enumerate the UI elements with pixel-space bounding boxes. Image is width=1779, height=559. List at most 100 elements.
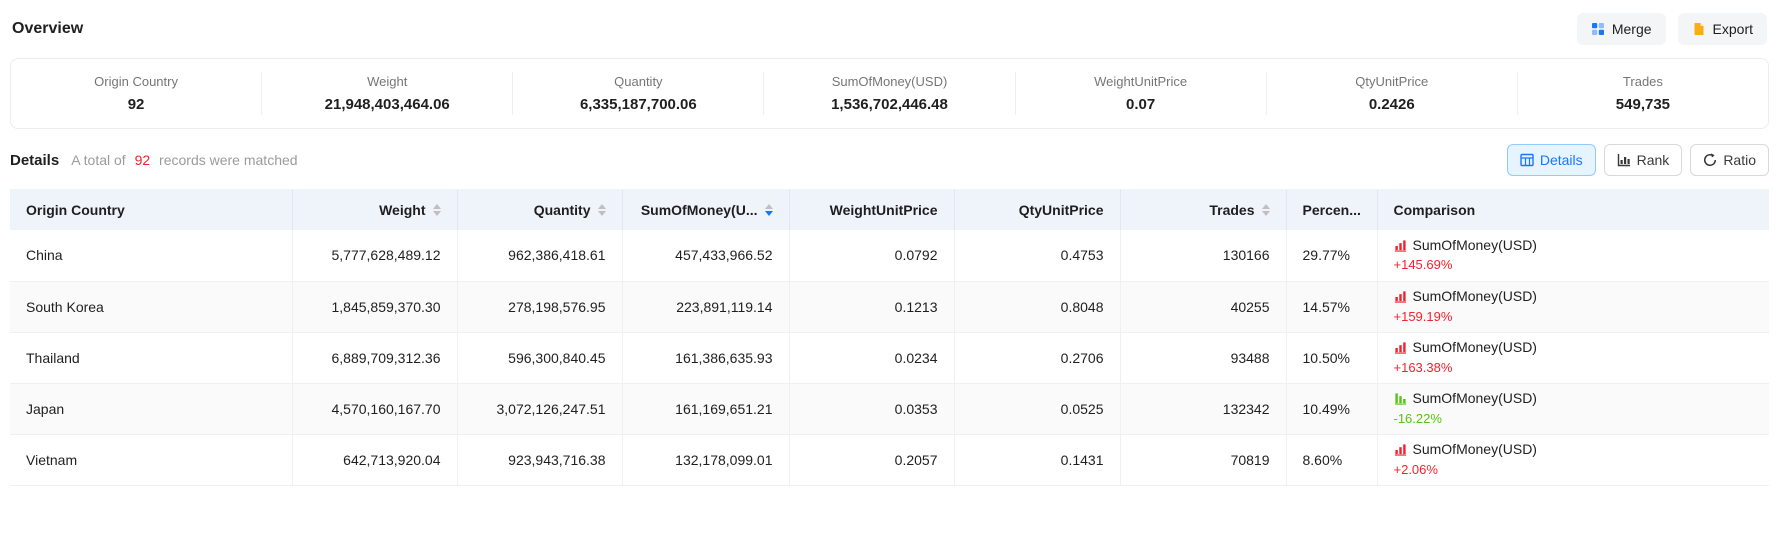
column-header-weightunitprice: WeightUnitPrice (789, 189, 954, 230)
cell-weight-unit-price: 0.1213 (789, 281, 954, 332)
cell-origin-country: Vietnam (10, 434, 292, 485)
stat-value: 21,948,403,464.06 (270, 96, 504, 113)
cell-weight-unit-price: 0.0234 (789, 332, 954, 383)
column-label: Origin Country (26, 202, 125, 218)
cell-origin-country: South Korea (10, 281, 292, 332)
cell-weight: 6,889,709,312.36 (292, 332, 457, 383)
table-icon (1520, 153, 1534, 167)
merge-button-label: Merge (1612, 21, 1652, 37)
export-button[interactable]: Export (1678, 13, 1767, 45)
merge-icon (1591, 22, 1605, 36)
details-table: Origin CountryWeightQuantitySumOfMoney(U… (10, 189, 1769, 486)
stat-quantity: Quantity6,335,187,700.06 (512, 72, 763, 115)
comparison: SumOfMoney(USD)+2.06% (1394, 441, 1754, 478)
stat-weight: Weight 21,948,403,464.06 (261, 72, 512, 115)
stat-value: 1,536,702,446.48 (772, 96, 1006, 113)
table-row-south-korea: South Korea1,845,859,370.30278,198,576.9… (10, 281, 1769, 332)
merge-button[interactable]: Merge (1577, 13, 1666, 45)
stat-label: QtyUnitPrice (1275, 74, 1509, 89)
cell-qty-unit-price: 0.4753 (954, 230, 1120, 281)
bar-chart-icon (1394, 290, 1407, 303)
table-header: Origin Country Weight QuantitySumOfMoney(U… (10, 189, 1769, 230)
stat-value: 0.07 (1024, 96, 1258, 113)
cell-weight-unit-price: 0.2057 (789, 434, 954, 485)
cell-trades: 70819 (1120, 434, 1286, 485)
column-label: QtyUnitPrice (1019, 202, 1104, 218)
column-header-comparison: Comparison (1377, 189, 1769, 230)
sort-carets-icon (433, 204, 441, 216)
view-button-details[interactable]: Details (1507, 144, 1596, 176)
view-button-label: Details (1540, 152, 1583, 168)
stat-value: 549,735 (1526, 96, 1760, 113)
cell-trades: 130166 (1120, 230, 1286, 281)
export-icon (1692, 22, 1706, 36)
column-label: Weight (379, 202, 425, 218)
cell-comparison: SumOfMoney(USD)+145.69% (1377, 230, 1769, 281)
sort-carets-icon (1262, 204, 1270, 216)
record-count: 92 (135, 152, 151, 168)
stat-label: Trades (1526, 74, 1760, 89)
table-body: China5,777,628,489.12962,386,418.61457,4… (10, 230, 1769, 485)
column-label: WeightUnitPrice (830, 202, 938, 218)
cell-percent: 29.77% (1286, 230, 1377, 281)
column-label: Percen... (1303, 202, 1361, 218)
cell-sum-of-money: 132,178,099.01 (622, 434, 789, 485)
comparison-metric-label: SumOfMoney(USD) (1413, 288, 1537, 306)
cell-comparison: SumOfMoney(USD)+2.06% (1377, 434, 1769, 485)
column-header-quantity[interactable]: Quantity (457, 189, 622, 230)
cell-origin-country: China (10, 230, 292, 281)
cell-origin-country: Thailand (10, 332, 292, 383)
table-header-row: Origin Country Weight QuantitySumOfMoney(U… (10, 189, 1769, 230)
bar-chart-icon (1394, 443, 1407, 456)
column-header-percen: Percen... (1286, 189, 1377, 230)
view-button-ratio[interactable]: Ratio (1690, 144, 1769, 176)
top-bar: Overview Merge Export (10, 0, 1769, 58)
column-header-origin-country: Origin Country (10, 189, 292, 230)
cell-trades: 93488 (1120, 332, 1286, 383)
cell-quantity: 3,072,126,247.51 (457, 383, 622, 434)
cell-quantity: 278,198,576.95 (457, 281, 622, 332)
cell-quantity: 923,943,716.38 (457, 434, 622, 485)
cell-comparison: SumOfMoney(USD)+159.19% (1377, 281, 1769, 332)
stat-value: 6,335,187,700.06 (521, 96, 755, 113)
overview-stats-card: Origin Country 92 Weight 21,948,403,464.06 Q… (10, 58, 1769, 129)
view-switch: Details Rank Ratio (1507, 144, 1769, 176)
cell-sum-of-money: 457,433,966.52 (622, 230, 789, 281)
comparison: SumOfMoney(USD)+159.19% (1394, 288, 1754, 325)
cell-sum-of-money: 161,169,651.21 (622, 383, 789, 434)
cell-comparison: SumOfMoney(USD) +163.38% (1377, 332, 1769, 383)
table-row-vietnam: Vietnam642,713,920.04923,943,716.38132,1… (10, 434, 1769, 485)
column-label: Comparison (1394, 202, 1476, 218)
details-heading: Details A total of 92 records were match… (10, 152, 298, 169)
comparison-percent: +163.38% (1394, 360, 1754, 376)
details-title: Details (10, 152, 59, 169)
cell-quantity: 596,300,840.45 (457, 332, 622, 383)
bar-chart-icon (1394, 392, 1407, 405)
cell-percent: 10.50% (1286, 332, 1377, 383)
rank-chart-icon (1617, 153, 1631, 167)
view-button-label: Ratio (1723, 152, 1756, 168)
stat-value: 92 (19, 96, 253, 113)
stat-label: Weight (270, 74, 504, 89)
view-button-rank[interactable]: Rank (1604, 144, 1683, 176)
comparison-metric-label: SumOfMoney(USD) (1413, 339, 1537, 357)
comparison-percent: +2.06% (1394, 462, 1754, 478)
stat-label: Origin Country (19, 74, 253, 89)
comparison: SumOfMoney(USD) +163.38% (1394, 339, 1754, 376)
cell-qty-unit-price: 0.1431 (954, 434, 1120, 485)
comparison-metric-label: SumOfMoney(USD) (1413, 237, 1537, 255)
comparison-percent: -16.22% (1394, 411, 1754, 427)
column-header-weight[interactable]: Weight (292, 189, 457, 230)
cell-trades: 40255 (1120, 281, 1286, 332)
sort-carets-icon (765, 204, 773, 216)
column-header-sumofmoney-u[interactable]: SumOfMoney(U... (622, 189, 789, 230)
page: Overview Merge Export Origin Country 92 We… (0, 0, 1779, 486)
column-header-trades[interactable]: Trades (1120, 189, 1286, 230)
column-header-qtyunitprice: QtyUnitPrice (954, 189, 1120, 230)
cell-weight: 1,845,859,370.30 (292, 281, 457, 332)
table-row-japan: Japan4,570,160,167.703,072,126,247.51161… (10, 383, 1769, 434)
circular-arrows-icon (1703, 153, 1717, 167)
cell-qty-unit-price: 0.0525 (954, 383, 1120, 434)
records-summary: A total of 92 records were matched (71, 152, 297, 168)
sort-carets-icon (598, 204, 606, 216)
